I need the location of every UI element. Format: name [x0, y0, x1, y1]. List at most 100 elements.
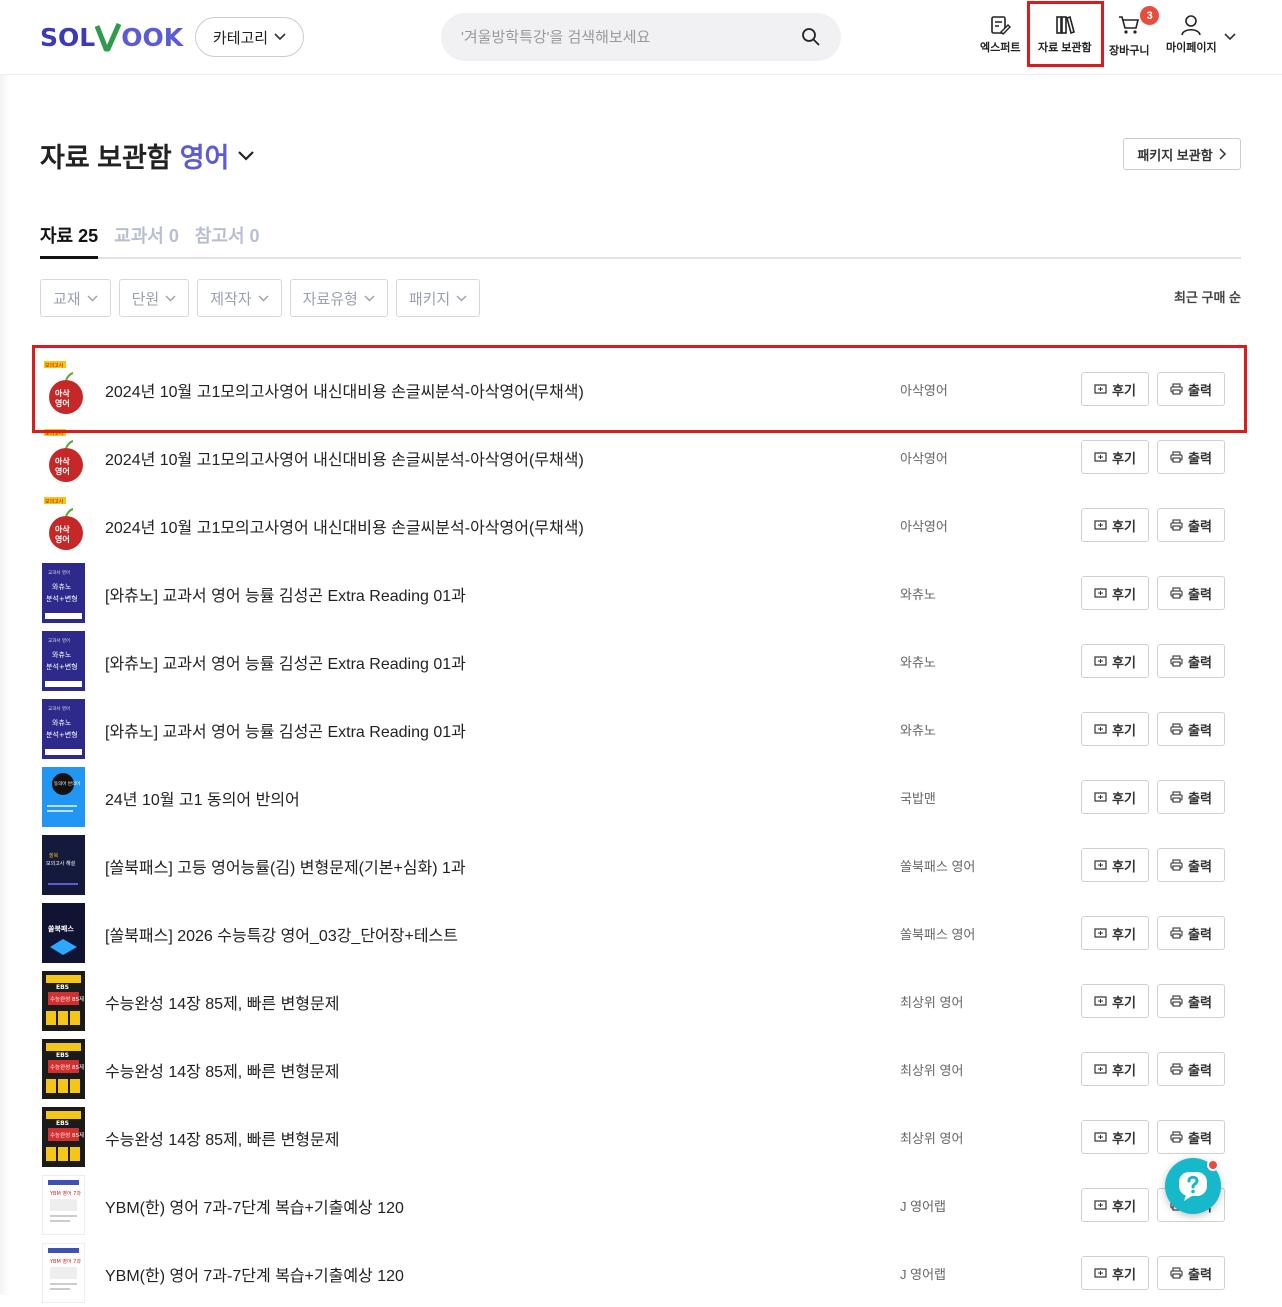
- book-cover-thumbnail[interactable]: 모의고사 아삭 영어: [42, 427, 85, 487]
- list-item[interactable]: 동의어 반의어 24년 10월 고1 동의어 반의어 국밥맨 후기 출력: [40, 763, 1241, 831]
- chevron-down-icon[interactable]: [237, 150, 255, 162]
- item-author[interactable]: J 영어랩: [900, 1264, 946, 1283]
- list-item[interactable]: 교과서 영어 와츄노 분석+변형 [와츄노] 교과서 영어 능률 김성곤 Extra…: [40, 627, 1241, 695]
- review-button[interactable]: 후기: [1081, 780, 1149, 814]
- item-title[interactable]: 2024년 10월 고1모의고사영어 내신대비용 손글씨분석-아삭영어(무채색): [105, 514, 584, 538]
- nav-expert[interactable]: 엑스퍼트: [980, 14, 1020, 55]
- item-title[interactable]: [와츄노] 교과서 영어 능률 김성곤 Extra Reading 01과: [105, 718, 466, 742]
- book-cover-thumbnail[interactable]: 교과서 영어 와츄노 분석+변형: [42, 563, 85, 623]
- item-author[interactable]: J 영어랩: [900, 1196, 946, 1215]
- item-author[interactable]: 국밥맨: [900, 788, 936, 807]
- book-cover-thumbnail[interactable]: 쏠북 모의고사 해설: [42, 835, 85, 895]
- item-author[interactable]: 아삭영어: [900, 448, 948, 467]
- book-cover-thumbnail[interactable]: EBS 수능완성 85제: [42, 1039, 85, 1099]
- review-button[interactable]: 후기: [1081, 1052, 1149, 1086]
- item-title[interactable]: 2024년 10월 고1모의고사영어 내신대비용 손글씨분석-아삭영어(무채색): [105, 446, 584, 470]
- item-title[interactable]: 수능완성 14장 85제, 빠른 변형문제: [105, 1126, 339, 1150]
- search-input[interactable]: [461, 28, 801, 46]
- sort-dropdown[interactable]: 최근 구매 순: [1174, 287, 1241, 306]
- nav-cart[interactable]: 3 장바구니: [1109, 6, 1160, 58]
- book-cover-thumbnail[interactable]: YBM 영어 7과: [42, 1243, 85, 1303]
- print-button[interactable]: 출력: [1157, 1120, 1225, 1154]
- list-item[interactable]: YBM 영어 7과 YBM(한) 영어 7과-7단계 복습+기출예상 120 J…: [40, 1171, 1241, 1239]
- list-item[interactable]: 모의고사 아삭 영어 2024년 10월 고1모의고사영어 내신대비용 손글씨분석-…: [40, 491, 1241, 559]
- subject-selector[interactable]: 영어: [180, 136, 230, 175]
- item-title[interactable]: [와츄노] 교과서 영어 능률 김성곤 Extra Reading 01과: [105, 650, 466, 674]
- book-cover-thumbnail[interactable]: 쏠북패스: [42, 903, 85, 963]
- review-button[interactable]: 후기: [1081, 1120, 1149, 1154]
- item-title[interactable]: 수능완성 14장 85제, 빠른 변형문제: [105, 990, 339, 1014]
- print-button[interactable]: 출력: [1157, 372, 1225, 406]
- filter-package[interactable]: 패키지: [395, 279, 481, 317]
- print-button[interactable]: 출력: [1157, 848, 1225, 882]
- review-button[interactable]: 후기: [1081, 372, 1149, 406]
- print-button[interactable]: 출력: [1157, 712, 1225, 746]
- review-button[interactable]: 후기: [1081, 508, 1149, 542]
- list-item[interactable]: 모의고사 아삭 영어 2024년 10월 고1모의고사영어 내신대비용 손글씨분석-…: [40, 423, 1241, 491]
- review-button[interactable]: 후기: [1081, 644, 1149, 678]
- tab-textbooks[interactable]: 교과서 0: [114, 222, 179, 259]
- print-button[interactable]: 출력: [1157, 1052, 1225, 1086]
- list-item[interactable]: 쏠북 모의고사 해설 [쏠북패스] 고등 영어능률(김) 변형문제(기본+심화) …: [40, 831, 1241, 899]
- item-title[interactable]: 2024년 10월 고1모의고사영어 내신대비용 손글씨분석-아삭영어(무채색): [105, 378, 584, 402]
- list-item[interactable]: 교과서 영어 와츄노 분석+변형 [와츄노] 교과서 영어 능률 김성곤 Extra…: [40, 559, 1241, 627]
- print-button[interactable]: 출력: [1157, 984, 1225, 1018]
- book-cover-thumbnail[interactable]: EBS 수능완성 85제: [42, 971, 85, 1031]
- review-button[interactable]: 후기: [1081, 440, 1149, 474]
- print-button[interactable]: 출력: [1157, 1256, 1225, 1290]
- print-button[interactable]: 출력: [1157, 440, 1225, 474]
- book-cover-thumbnail[interactable]: 모의고사 아삭 영어: [42, 495, 85, 555]
- print-button[interactable]: 출력: [1157, 644, 1225, 678]
- print-button[interactable]: 출력: [1157, 916, 1225, 950]
- mypage-chevron-down-icon[interactable]: [1224, 33, 1236, 41]
- filter-unit[interactable]: 단원: [118, 279, 190, 317]
- item-author[interactable]: 와츄노: [900, 584, 936, 603]
- search-icon[interactable]: [801, 27, 821, 47]
- item-author[interactable]: 와츄노: [900, 652, 936, 671]
- item-title[interactable]: YBM(한) 영어 7과-7단계 복습+기출예상 120: [105, 1262, 404, 1286]
- item-title[interactable]: [쏠북패스] 2026 수능특강 영어_03강_단어장+테스트: [105, 922, 458, 946]
- filter-textbook[interactable]: 교재: [40, 279, 111, 317]
- print-button[interactable]: 출력: [1157, 508, 1225, 542]
- item-author[interactable]: 아삭영어: [900, 380, 948, 399]
- item-author[interactable]: 최상위 영어: [900, 1128, 963, 1147]
- category-button[interactable]: 카테고리: [195, 17, 304, 57]
- review-button[interactable]: 후기: [1081, 848, 1149, 882]
- review-button[interactable]: 후기: [1081, 984, 1149, 1018]
- item-author[interactable]: 아삭영어: [900, 516, 948, 535]
- book-cover-thumbnail[interactable]: EBS 수능완성 85제: [42, 1107, 85, 1167]
- item-title[interactable]: [쏠북패스] 고등 영어능률(김) 변형문제(기본+심화) 1과: [105, 854, 466, 878]
- list-item[interactable]: 쏠북패스 [쏠북패스] 2026 수능특강 영어_03강_단어장+테스트 쏠북패…: [40, 899, 1241, 967]
- item-title[interactable]: 수능완성 14장 85제, 빠른 변형문제: [105, 1058, 339, 1082]
- list-item[interactable]: 교과서 영어 와츄노 분석+변형 [와츄노] 교과서 영어 능률 김성곤 Extra…: [40, 695, 1241, 763]
- item-author[interactable]: 최상위 영어: [900, 1060, 963, 1079]
- book-cover-thumbnail[interactable]: 교과서 영어 와츄노 분석+변형: [42, 699, 85, 759]
- list-item[interactable]: 모의고사 아삭 영어 2024년 10월 고1모의고사영어 내신대비용 손글씨분석-…: [40, 355, 1241, 423]
- review-button[interactable]: 후기: [1081, 916, 1149, 950]
- page-title[interactable]: 자료 보관함 영어: [40, 136, 255, 175]
- list-item[interactable]: EBS 수능완성 85제 수능완성 14장 85제, 빠른 변형문제 최상위 영어…: [40, 1103, 1241, 1171]
- filter-creator[interactable]: 제작자: [197, 279, 282, 317]
- item-author[interactable]: 와츄노: [900, 720, 936, 739]
- item-author[interactable]: 쏠북패스 영어: [900, 924, 975, 943]
- package-library-button[interactable]: 패키지 보관함: [1123, 138, 1241, 170]
- item-title[interactable]: [와츄노] 교과서 영어 능률 김성곤 Extra Reading 01과: [105, 582, 466, 606]
- book-cover-thumbnail[interactable]: YBM 영어 7과: [42, 1175, 85, 1235]
- nav-mypage[interactable]: 마이페이지: [1166, 14, 1217, 55]
- item-author[interactable]: 최상위 영어: [900, 992, 963, 1011]
- review-button[interactable]: 후기: [1081, 1256, 1149, 1290]
- print-button[interactable]: 출력: [1157, 576, 1225, 610]
- tab-materials[interactable]: 자료 25: [40, 222, 99, 259]
- book-cover-thumbnail[interactable]: 동의어 반의어: [42, 767, 85, 827]
- book-cover-thumbnail[interactable]: 교과서 영어 와츄노 분석+변형: [42, 631, 85, 691]
- book-cover-thumbnail[interactable]: 모의고사 아삭 영어: [42, 359, 85, 419]
- review-button[interactable]: 후기: [1081, 1188, 1149, 1222]
- item-title[interactable]: 24년 10월 고1 동의어 반의어: [105, 786, 300, 810]
- item-title[interactable]: YBM(한) 영어 7과-7단계 복습+기출예상 120: [105, 1194, 404, 1218]
- print-button[interactable]: 출력: [1157, 780, 1225, 814]
- list-item[interactable]: YBM 영어 7과 YBM(한) 영어 7과-7단계 복습+기출예상 120 J…: [40, 1239, 1241, 1307]
- list-item[interactable]: EBS 수능완성 85제 수능완성 14장 85제, 빠른 변형문제 최상위 영어…: [40, 1035, 1241, 1103]
- list-item[interactable]: EBS 수능완성 85제 수능완성 14장 85제, 빠른 변형문제 최상위 영어…: [40, 967, 1241, 1035]
- solbook-logo[interactable]: SOL OOK: [40, 22, 183, 52]
- filter-material-type[interactable]: 자료유형: [289, 279, 388, 317]
